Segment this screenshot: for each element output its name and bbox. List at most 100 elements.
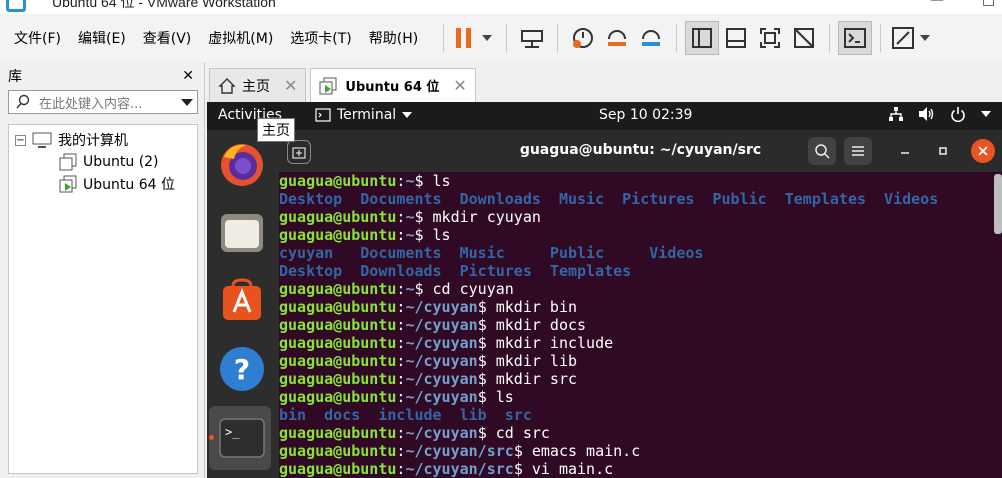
svg-text:?: ?: [234, 353, 250, 386]
maximize-icon: [939, 147, 947, 155]
library-title: 库: [8, 69, 22, 85]
vm-running-icon: [319, 77, 337, 94]
command-text: $ mkdir include: [477, 334, 614, 352]
terminal-line: guagua@ubuntu:~/cyuyan$ mkdir bin: [279, 298, 1002, 316]
search-dropdown-icon[interactable]: [181, 99, 193, 106]
terminal-small-icon: [315, 108, 331, 122]
dock-firefox[interactable]: [217, 140, 267, 190]
terminal-line: guagua@ubuntu:~/cyuyan$ ls: [279, 388, 1002, 406]
command-text: $ emacs main.c: [513, 442, 641, 460]
terminal-menu-button[interactable]: [844, 137, 872, 165]
prompt-path: ~/cyuyan: [405, 388, 478, 406]
minimize-button[interactable]: —: [930, 0, 944, 8]
full-screen-button[interactable]: [753, 21, 787, 55]
window-title: Ubuntu 64 位 - VMware Workstation: [52, 0, 276, 10]
terminal-line: guagua@ubuntu:~/cyuyan$ mkdir docs: [279, 316, 1002, 334]
stretch-icon: [892, 27, 931, 49]
search-icon: [16, 94, 30, 109]
terminal-close-button[interactable]: [971, 139, 995, 163]
app-menu-terminal[interactable]: Terminal: [315, 107, 413, 123]
vmware-logo-icon: [6, 0, 26, 12]
snapshot-button[interactable]: [566, 21, 600, 55]
terminal-headerbar: guagua@ubuntu: ~/cyuyan/src: [279, 130, 1002, 172]
software-store-icon: [223, 278, 261, 320]
terminal-line: bin docs include lib src: [279, 406, 1002, 424]
clock[interactable]: Sep 10 02:39: [599, 107, 692, 123]
prompt-path: ~/cyuyan: [405, 316, 478, 334]
dock-files[interactable]: [217, 208, 267, 258]
pause-icon: [456, 28, 493, 48]
terminal-output[interactable]: guagua@ubuntu:~$ ls Desktop Documents Dow…: [279, 172, 1002, 478]
library-search-placeholder: 在此处键入内容...: [39, 96, 143, 112]
tree-item-ubuntu-64[interactable]: Ubuntu 64 位: [9, 173, 197, 195]
tree-item-label: Ubuntu 64 位: [83, 177, 175, 193]
system-tray[interactable]: [888, 106, 992, 122]
terminal-line: guagua@ubuntu:~/cyuyan$ mkdir include: [279, 334, 1002, 352]
revert-snapshot-button[interactable]: [600, 21, 634, 55]
tab-close-button[interactable]: ✕: [453, 76, 466, 95]
terminal-line: guagua@ubuntu:~$ mkdir cyuyan: [279, 208, 1002, 226]
menu-file[interactable]: 文件(F): [14, 28, 61, 48]
menu-help[interactable]: 帮助(H): [369, 28, 418, 48]
dir-listing: Desktop Documents Downloads Music Pictur…: [279, 190, 939, 208]
show-library-button[interactable]: [685, 21, 720, 55]
tree-root-my-computer[interactable]: − 我的计算机: [9, 129, 197, 151]
tab-ubuntu-64[interactable]: Ubuntu 64 位 ✕: [310, 68, 476, 102]
tree-root-label: 我的计算机: [58, 133, 128, 149]
tab-bar: 主页 ✕ Ubuntu 64 位 ✕: [207, 62, 1002, 102]
firefox-icon: [221, 144, 263, 186]
send-ctrl-alt-del-button[interactable]: [515, 21, 549, 55]
menu-tabs[interactable]: 选项卡(T): [290, 28, 351, 48]
terminal-window[interactable]: guagua@ubuntu: ~/cyuyan/src guagua@ubunt…: [279, 130, 1002, 478]
prompt-user: guagua@ubuntu: [279, 388, 397, 406]
terminal-line: guagua@ubuntu:~/cyuyan$ mkdir src: [279, 370, 1002, 388]
dock-software[interactable]: [217, 276, 267, 326]
terminal-line: cyuyan Documents Music Public Videos: [279, 244, 1002, 262]
terminal-line: Desktop Downloads Pictures Templates: [279, 262, 1002, 280]
collapse-icon[interactable]: −: [15, 134, 26, 146]
terminal-minimize-button[interactable]: [891, 137, 919, 165]
prompt-path: ~/cyuyan/src: [405, 442, 514, 460]
maximize-button[interactable]: □: [982, 0, 995, 8]
window-titlebar: Ubuntu 64 位 - VMware Workstation — □: [0, 0, 1002, 14]
prompt-user: guagua@ubuntu: [279, 352, 397, 370]
library-panel: 库 ✕ 在此处键入内容... − 我的计算机 Ubuntu (2) Ubuntu…: [0, 62, 205, 478]
prompt-user: guagua@ubuntu: [279, 370, 397, 388]
stretch-guest-button[interactable]: [889, 21, 935, 55]
dock-help[interactable]: ?: [217, 344, 267, 394]
vm-running-icon: [59, 175, 77, 193]
dock-terminal[interactable]: >_: [217, 413, 267, 463]
library-search-input[interactable]: 在此处键入内容...: [8, 90, 198, 114]
prompt-user: guagua@ubuntu: [279, 280, 397, 298]
thumbnail-bar-button[interactable]: [719, 21, 753, 55]
tab-label: 主页: [242, 78, 270, 95]
hamburger-menu-icon: [852, 146, 864, 156]
library-header: 库 ✕: [0, 62, 204, 90]
terminal-search-button[interactable]: [808, 137, 836, 165]
terminal-maximize-button[interactable]: [929, 137, 957, 165]
menu-vm[interactable]: 虚拟机(M): [208, 28, 273, 48]
app-menu-label: Terminal: [337, 107, 397, 123]
menu-view[interactable]: 查看(V): [143, 28, 192, 48]
library-close-button[interactable]: ✕: [182, 68, 194, 84]
command-text: $ cd cyuyan: [414, 280, 514, 298]
help-icon: ?: [220, 347, 264, 391]
prompt-user: guagua@ubuntu: [279, 442, 397, 460]
tree-item-ubuntu-2[interactable]: Ubuntu (2): [9, 151, 197, 173]
network-icon: [889, 107, 903, 121]
unity-button[interactable]: [787, 21, 821, 55]
snapshot-manager-button[interactable]: [634, 21, 668, 55]
pause-button[interactable]: [452, 21, 498, 55]
toolbar-divider: [880, 24, 882, 52]
dir-listing: Desktop Downloads Pictures Templates: [279, 262, 632, 280]
tab-label: Ubuntu 64 位: [345, 80, 440, 95]
power-icon: [951, 107, 965, 122]
vm-display[interactable]: Activities Terminal Sep 10 02:39 ? >_ 主页…: [207, 102, 1002, 478]
terminal-scrollbar[interactable]: [994, 174, 1002, 234]
menu-edit[interactable]: 编辑(E): [78, 28, 126, 48]
thumbnail-layout-icon: [726, 28, 747, 48]
tab-home[interactable]: 主页 ✕: [209, 68, 307, 102]
prompt-user: guagua@ubuntu: [279, 226, 397, 244]
console-view-button[interactable]: [838, 21, 873, 55]
tab-close-button[interactable]: ✕: [284, 76, 297, 95]
